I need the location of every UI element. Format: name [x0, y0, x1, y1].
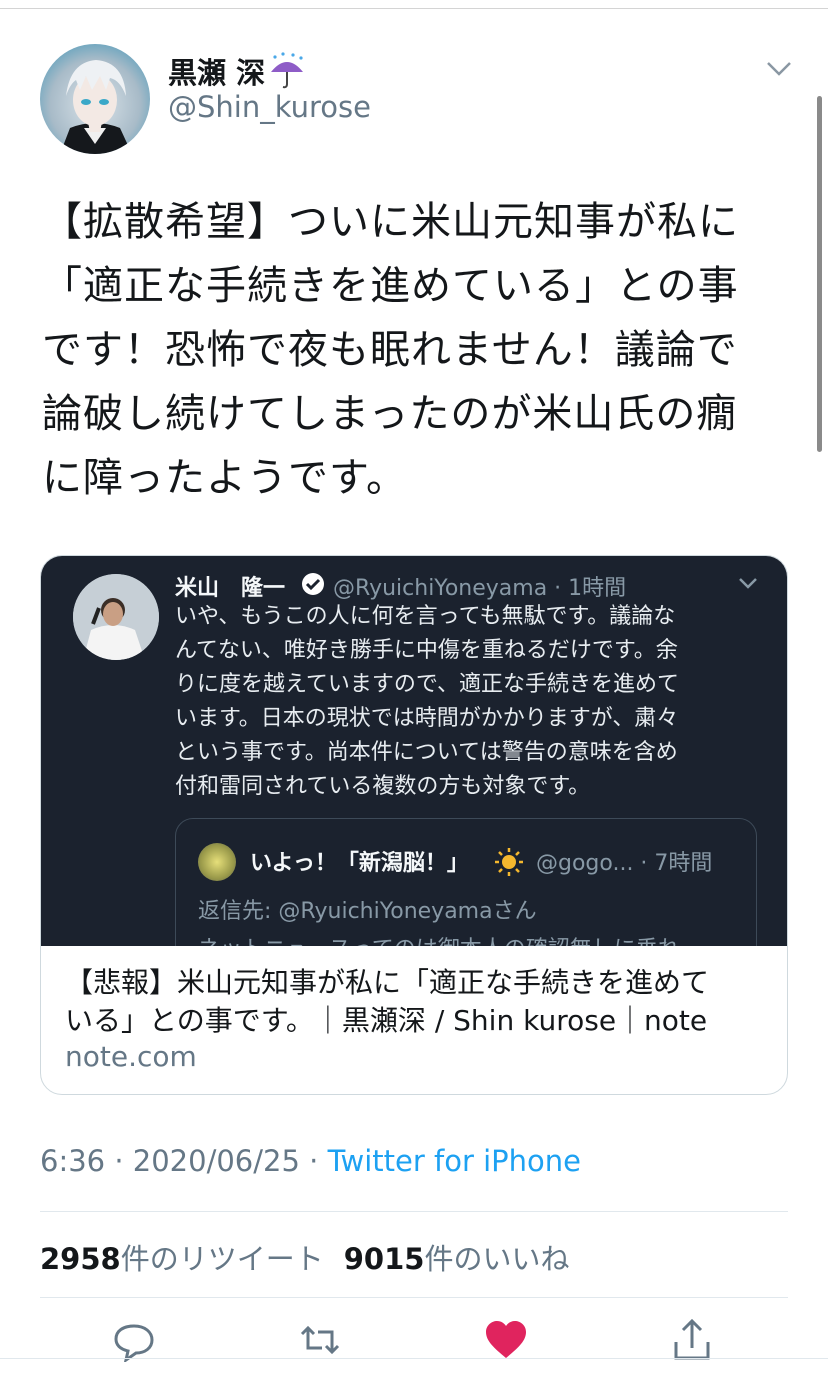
- chevron-down-icon[interactable]: [764, 56, 794, 80]
- link-card[interactable]: 米山 隆一 @RyuichiYoneyama · 1時間 いや、もうこの人に何を…: [40, 555, 788, 1095]
- share-icon[interactable]: [670, 1318, 714, 1362]
- card-title[interactable]: 【悲報】米山元知事が私に「適正な手続きを進めて いる」との事です。｜黒瀬深 / …: [65, 964, 765, 1040]
- quoted-avatar: [73, 574, 159, 660]
- like-label: 件のいいね: [424, 1242, 570, 1276]
- reply-icon[interactable]: [112, 1318, 156, 1362]
- timestamp: 6:36 · 2020/06/25 ·: [40, 1144, 328, 1178]
- quoted-handle-time: @RyuichiYoneyama · 1時間: [333, 576, 627, 601]
- tweet-text: 【拡散希望】ついに米山元知事が私に 「適正な手続きを進めている」との事 です！恐…: [42, 199, 739, 501]
- display-name[interactable]: 黒瀬 深: [168, 50, 265, 92]
- quoted-text: いや、もうこの人に何を言っても無駄です。議論な んてない、唯好き勝手に中傷を重ね…: [175, 604, 680, 799]
- scrollbar[interactable]: [817, 96, 822, 452]
- retweet-count: 2958: [40, 1242, 121, 1276]
- quoted-name: 米山 隆一: [175, 576, 286, 601]
- divider: [40, 1211, 788, 1212]
- engagement-stats: 2958件のリツイート 9015件のいいね: [40, 1236, 569, 1278]
- tweet-meta: 6:36 · 2020/06/25 · Twitter for iPhone: [40, 1144, 581, 1178]
- handle[interactable]: @Shin_kurose: [168, 90, 371, 124]
- like-heart-icon[interactable]: [484, 1318, 528, 1362]
- inner-reply-to: 返信先: @RyuichiYoneyamaさん: [198, 899, 537, 924]
- card-domain: note.com: [65, 1040, 197, 1073]
- quoted-chevron-down-icon: [737, 574, 759, 592]
- source-link[interactable]: Twitter for iPhone: [328, 1144, 581, 1178]
- top-divider: [0, 8, 828, 9]
- inner-name: いよっ！「新潟脳！」: [250, 851, 469, 876]
- avatar[interactable]: [40, 44, 150, 154]
- sun-icon: [494, 847, 524, 877]
- verified-badge-icon: [301, 572, 325, 596]
- card-image: 米山 隆一 @RyuichiYoneyama · 1時間 いや、もうこの人に何を…: [41, 556, 787, 946]
- retweet-stat[interactable]: 2958件のリツイート: [40, 1242, 324, 1276]
- divider: [40, 1297, 788, 1298]
- like-stat[interactable]: 9015件のいいね: [344, 1242, 570, 1276]
- like-count: 9015: [343, 1242, 425, 1276]
- inner-text: ネットニュースってのは御本人の確認無しに垂れ: [198, 931, 680, 946]
- bottom-divider: [0, 1358, 828, 1359]
- retweet-icon[interactable]: [298, 1318, 342, 1362]
- inner-quote: いよっ！「新潟脳！」 @gogo... · 7時間 返信先: @RyuichiY…: [175, 818, 757, 946]
- inner-handle-time: @gogo... · 7時間: [536, 851, 713, 876]
- retweet-label: 件のリツイート: [120, 1242, 324, 1276]
- umbrella-with-rain-icon: [267, 50, 307, 90]
- inner-avatar: [198, 843, 236, 881]
